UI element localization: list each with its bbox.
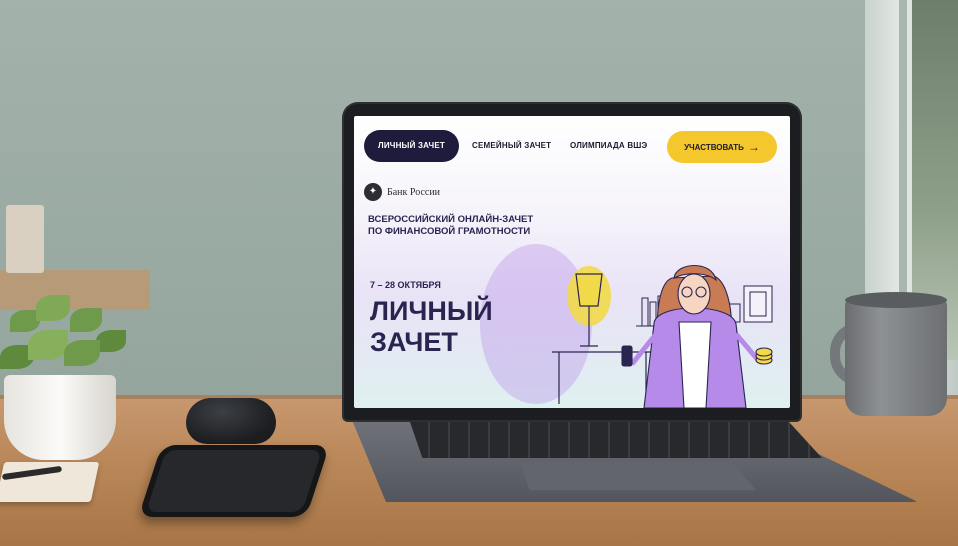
tab-olympiad[interactable]: ОЛИМПИАДА ВШЭ	[570, 130, 647, 162]
laptop-keyboard	[410, 422, 822, 458]
laptop-screen: ЛИЧНЫЙ ЗАЧЕТ СЕМЕЙНЫЙ ЗАЧЕТ ОЛИМПИАДА ВШ…	[354, 116, 790, 408]
arrow-right-icon: →	[747, 140, 760, 154]
hero-title-line-1: ЛИЧНЫЙ	[370, 296, 493, 326]
tab-personal[interactable]: ЛИЧНЫЙ ЗАЧЕТ	[364, 130, 459, 162]
hero-subtitle: ВСЕРОССИЙСКИЙ ОНЛАЙН-ЗАЧЕТ ПО ФИНАНСОВОЙ…	[368, 214, 608, 238]
tab-family[interactable]: СЕМЕЙНЫЙ ЗАЧЕТ	[472, 130, 551, 162]
plant-icon	[0, 290, 150, 465]
subtitle-line-2: ПО ФИНАНСОВОЙ ГРАМОТНОСТИ	[368, 226, 531, 237]
background-jar	[6, 205, 44, 273]
plant-pot	[4, 375, 116, 460]
site-nav: ЛИЧНЫЙ ЗАЧЕТ СЕМЕЙНЫЙ ЗАЧЕТ ОЛИМПИАДА ВШ…	[354, 116, 790, 174]
event-dates: 7 – 28 ОКТЯБРЯ	[370, 280, 441, 290]
smartphone-icon	[138, 445, 330, 517]
subtitle-line-1: ВСЕРОССИЙСКИЙ ОНЛАЙН-ЗАЧЕТ	[368, 214, 534, 225]
photo-scene: ЛИЧНЫЙ ЗАЧЕТ СЕМЕЙНЫЙ ЗАЧЕТ ОЛИМПИАДА ВШ…	[0, 0, 958, 546]
hero-title: ЛИЧНЫЙ ЗАЧЕТ	[370, 296, 540, 358]
earbuds-case-icon	[186, 398, 276, 444]
laptop-trackpad	[520, 462, 756, 490]
mug-icon	[845, 296, 947, 416]
hero-title-line-2: ЗАЧЕТ	[370, 327, 458, 357]
participate-button[interactable]: УЧАСТВОВАТЬ →	[667, 131, 777, 163]
participate-label: УЧАСТВОВАТЬ	[684, 143, 744, 152]
mug-rim	[845, 292, 947, 308]
hero-illustration	[480, 244, 773, 408]
